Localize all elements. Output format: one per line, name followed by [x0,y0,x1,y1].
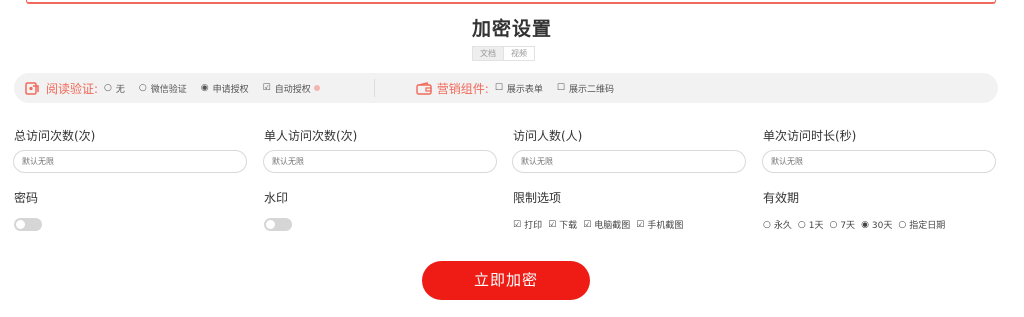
radio-7-days[interactable]: ○ 7天 [829,218,856,232]
radio-label: 指定日期 [909,221,946,231]
radio-unchecked-icon: ○ [829,219,838,230]
checkbox-checked-icon: ☑ [636,219,645,230]
visit-duration-label: 单次访问时长(秒) [763,129,857,143]
radio-checked-icon: ◉ [861,219,869,230]
tab-document[interactable]: 文档 [473,47,503,60]
password-toggle[interactable] [14,218,42,231]
checkbox-unchecked-icon: ☐ [494,83,503,93]
radio-label: 永久 [773,221,792,231]
radio-unchecked-icon: ○ [104,83,112,93]
checkbox-checked-icon: ☑ [583,219,592,230]
radio-30-days[interactable]: ◉ 30天 [861,218,893,232]
radio-forever[interactable]: ○ 永久 [763,218,792,232]
checkbox-checked-icon: ☑ [548,219,557,230]
checkbox-label: 打印 [524,221,543,231]
wallet-icon [416,82,432,95]
checkbox-label: 下载 [559,221,578,231]
type-tabs: 文档 视频 [472,46,535,61]
visitors-label: 访问人数(人) [513,129,583,143]
encrypt-now-button[interactable]: 立即加密 [422,261,590,300]
checkbox-show-qrcode[interactable]: ☐ 展示二维码 [557,82,614,95]
radio-apply-auth[interactable]: ◉ 申请授权 [201,82,249,95]
restrictions-label: 限制选项 [513,191,562,205]
radio-unchecked-icon: ○ [797,219,806,230]
per-person-visits-label: 单人访问次数(次) [264,129,358,143]
read-verify-label: 阅读验证: [46,81,99,96]
toggle-knob [16,220,25,229]
checkbox-label: 展示表单 [506,84,543,95]
restrictions-options: ☑ 打印 ☑ 下载 ☑ 电脑截图 ☑ 手机截图 [513,218,689,232]
radio-unchecked-icon: ○ [763,219,771,230]
tab-video[interactable]: 视频 [503,47,534,60]
divider [373,79,375,97]
radio-label: 无 [115,84,125,95]
radio-none[interactable]: ○ 无 [104,82,125,95]
marketing-label: 营销组件: [436,81,489,96]
checkbox-checked-icon: ☑ [513,219,522,230]
radio-checked-icon: ◉ [200,83,209,93]
read-verify-icon [25,82,39,95]
top-border [26,0,996,4]
checkbox-label: 手机截图 [647,221,684,231]
checkbox-checked-icon: ☑ [262,83,271,93]
checkbox-download[interactable]: ☑ 下载 [548,218,578,232]
checkbox-pc-screenshot[interactable]: ☑ 电脑截图 [583,218,631,232]
total-visits-label: 总访问次数(次) [14,129,96,143]
radio-label: 微信验证 [150,84,187,95]
validity-options: ○ 永久 ○ 1天 ○ 7天 ◉ 30天 ○ 指定日期 [763,218,951,232]
radio-label: 申请授权 [212,84,249,95]
radio-wechat[interactable]: ○ 微信验证 [139,82,187,95]
checkbox-print[interactable]: ☑ 打印 [513,218,543,232]
checkbox-unchecked-icon: ☐ [556,83,565,93]
checkbox-mobile-screenshot[interactable]: ☑ 手机截图 [636,218,684,232]
radio-label: 1天 [808,221,824,231]
toggle-knob [266,220,275,229]
radio-label: 30天 [871,221,893,231]
radio-label: 7天 [840,221,856,231]
watermark-label: 水印 [264,191,289,205]
password-label: 密码 [14,191,39,205]
page-title: 加密设置 [471,18,552,40]
checkbox-label: 自动授权 [274,84,311,95]
radio-unchecked-icon: ○ [138,83,147,93]
radio-unchecked-icon: ○ [898,219,907,230]
total-visits-input[interactable] [13,150,247,173]
validity-label: 有效期 [763,191,800,205]
visitors-input[interactable] [512,150,746,173]
checkbox-label: 展示二维码 [568,84,614,95]
options-bar: 阅读验证: ○ 无 ○ 微信验证 ◉ 申请授权 ☑ 自动授权 营销组件: ☐ 展示表单 ☐… [14,73,998,103]
checkbox-auto-auth[interactable]: ☑ 自动授权 [263,82,320,95]
radio-1-day[interactable]: ○ 1天 [797,218,824,232]
radio-custom-date[interactable]: ○ 指定日期 [898,218,946,232]
visit-duration-input[interactable] [762,150,996,173]
checkbox-show-form[interactable]: ☐ 展示表单 [495,82,543,95]
watermark-toggle[interactable] [264,218,292,231]
per-person-visits-input[interactable] [263,150,497,173]
checkbox-label: 电脑截图 [594,221,631,231]
info-dot-icon[interactable] [313,85,320,91]
